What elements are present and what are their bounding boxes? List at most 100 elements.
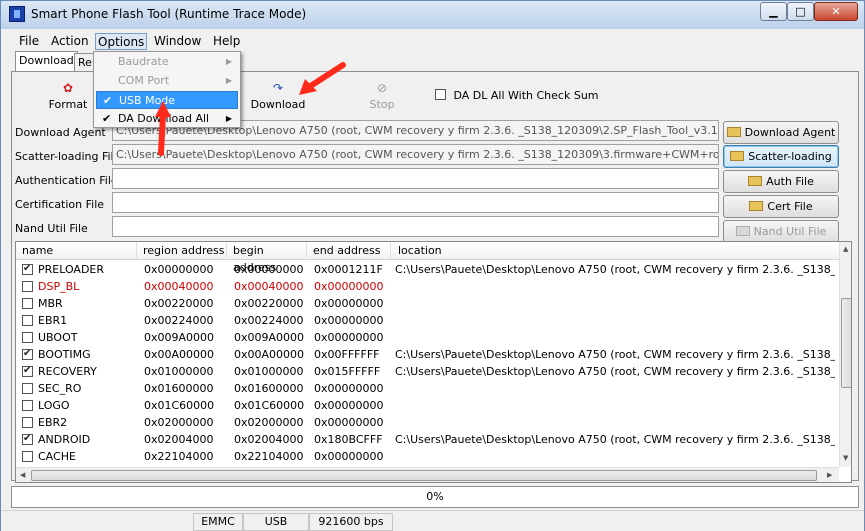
table-row[interactable]: RECOVERY 0x01000000 0x01000000 0x015FFFFF C:… [16, 363, 840, 380]
table-row[interactable]: DSP_BL 0x00040000 0x00040000 0x00000000 [16, 278, 840, 295]
table-row[interactable]: LOGO 0x01C60000 0x01C60000 0x00000000 [16, 397, 840, 414]
menu-option-label: Baudrate [118, 55, 169, 68]
horizontal-scroll-thumb[interactable] [31, 470, 817, 481]
table-row[interactable]: ANDROID 0x02004000 0x02004000 0x180BCFFF C:\… [16, 431, 840, 448]
vertical-scroll-thumb[interactable] [841, 298, 851, 388]
table-row[interactable]: PRELOADER 0x00000000 0x00000000 0x0001211F C… [16, 261, 840, 278]
cert-file-button[interactable]: Cert File [723, 195, 839, 218]
status-baud: 921600 bps [309, 513, 393, 531]
row-checkbox[interactable] [22, 383, 33, 394]
download-agent-button[interactable]: Download Agent [723, 121, 839, 144]
column-begin[interactable]: begin address [227, 242, 307, 274]
row-checkbox[interactable] [22, 347, 33, 361]
table-row[interactable]: EBR1 0x00224000 0x00224000 0x00000000 [16, 312, 840, 329]
checksum-checkbox[interactable] [435, 89, 446, 100]
cell-region: 0x02004000 [144, 433, 214, 446]
scatter-label: Scatter-loading File [15, 150, 121, 163]
table-row[interactable]: BOOTIMG 0x00A00000 0x00A00000 0x00FFFFFF C:\… [16, 346, 840, 363]
row-checkbox[interactable] [22, 298, 33, 309]
check-icon: ✔ [103, 94, 113, 107]
format-button[interactable]: ✿ Format [45, 81, 91, 111]
folder-icon [735, 226, 750, 236]
cell-begin: 0x01000000 [234, 365, 304, 378]
menu-window[interactable]: Window [152, 33, 203, 50]
cell-begin: 0x00224000 [234, 314, 304, 327]
cert-field[interactable] [112, 192, 719, 213]
cell-region: 0x02000000 [144, 416, 214, 429]
maximize-icon: □ [795, 5, 806, 18]
cell-end: 0x00000000 [314, 314, 384, 327]
maximize-button[interactable]: □ [787, 2, 814, 21]
checksum-label: DA DL All With Check Sum [453, 89, 599, 102]
menu-action[interactable]: Action [49, 33, 91, 50]
column-name[interactable]: name [16, 242, 137, 260]
cell-end: 0x00FFFFFF [314, 348, 380, 361]
cell-end: 0x00000000 [314, 382, 384, 395]
menu-file[interactable]: File [17, 33, 41, 50]
nand-button-label: Nand Util File [753, 225, 827, 238]
checksum-option[interactable]: DA DL All With Check Sum [435, 89, 599, 102]
scroll-left-icon[interactable]: ◀ [20, 471, 25, 479]
auth-field[interactable] [112, 168, 719, 189]
cell-end: 0x00000000 [314, 280, 384, 293]
row-checkbox[interactable] [22, 364, 33, 378]
row-checkbox[interactable] [22, 451, 33, 462]
cell-region: 0x00000000 [144, 263, 214, 276]
cell-end: 0x00000000 [314, 297, 384, 310]
stop-button[interactable]: ⊘ Stop [365, 81, 399, 111]
menu-option-com-port[interactable]: COM Port ▶ [96, 72, 238, 90]
table-row[interactable]: MBR 0x00220000 0x00220000 0x00000000 [16, 295, 840, 312]
row-checkbox[interactable] [22, 332, 33, 343]
row-checkbox[interactable] [22, 315, 33, 326]
row-checkbox[interactable] [22, 417, 33, 428]
annotation-arrow-icon [155, 101, 171, 156]
download-icon: ↷ [272, 81, 284, 95]
cell-region: 0x01600000 [144, 382, 214, 395]
minimize-button[interactable]: ▁ [760, 2, 787, 21]
close-button[interactable]: ✕ [814, 2, 858, 21]
menu-options[interactable]: Options [95, 33, 148, 50]
row-checkbox[interactable] [22, 400, 33, 411]
column-end[interactable]: end address [307, 242, 391, 260]
cell-region: 0x00040000 [144, 280, 214, 293]
table-row[interactable]: CACHE 0x22104000 0x22104000 0x00000000 [16, 448, 840, 465]
scatter-loading-button[interactable]: Scatter-loading [723, 145, 839, 168]
cell-begin: 0x00040000 [234, 280, 304, 293]
cert-button-label: Cert File [767, 200, 813, 213]
nand-util-button[interactable]: Nand Util File [723, 220, 839, 243]
row-checkbox[interactable] [22, 262, 33, 276]
cell-name: EBR1 [38, 314, 68, 327]
scroll-down-icon[interactable]: ▼ [843, 454, 848, 462]
scroll-right-icon[interactable]: ▶ [827, 471, 832, 479]
cell-name: SEC_RO [38, 382, 82, 395]
cert-label: Certification File [15, 198, 105, 211]
auth-file-button[interactable]: Auth File [723, 170, 839, 193]
cell-location: C:\Users\Pauete\Desktop\Lenovo A750 (roo… [395, 433, 835, 446]
row-checkbox[interactable] [22, 281, 33, 292]
menu-help[interactable]: Help [211, 33, 242, 50]
table-row[interactable]: UBOOT 0x009A0000 0x009A0000 0x00000000 [16, 329, 840, 346]
cell-location: C:\Users\Pauete\Desktop\Lenovo A750 (roo… [395, 365, 835, 378]
vertical-scrollbar[interactable]: ▲ ▼ [839, 242, 851, 467]
cell-end: 0x015FFFFF [314, 365, 381, 378]
table-row[interactable]: EBR2 0x02000000 0x02000000 0x00000000 [16, 414, 840, 431]
app-icon [9, 6, 25, 22]
folder-icon [730, 151, 745, 161]
scatter-field[interactable]: C:\Users\Pauete\Desktop\Lenovo A750 (roo… [112, 144, 719, 165]
title-bar[interactable]: Smart Phone Flash Tool (Runtime Trace Mo… [1, 1, 864, 29]
column-location[interactable]: location [391, 242, 840, 260]
cell-name: DSP_BL [38, 280, 80, 293]
column-region[interactable]: region address [137, 242, 227, 260]
cell-end: 0x00000000 [314, 399, 384, 412]
horizontal-scrollbar[interactable]: ◀ ▶ [16, 467, 839, 482]
tab-download[interactable]: Download [15, 51, 78, 71]
nand-field[interactable] [112, 216, 719, 237]
scroll-up-icon[interactable]: ▲ [843, 245, 848, 253]
folder-icon [726, 127, 741, 137]
row-checkbox[interactable] [22, 432, 33, 446]
table-row[interactable]: SEC_RO 0x01600000 0x01600000 0x00000000 [16, 380, 840, 397]
partition-table: name region address begin address end ad… [15, 241, 852, 483]
menu-option-baudrate[interactable]: Baudrate ▶ [96, 53, 238, 71]
folder-icon [748, 176, 763, 186]
cell-name: MBR [38, 297, 63, 310]
